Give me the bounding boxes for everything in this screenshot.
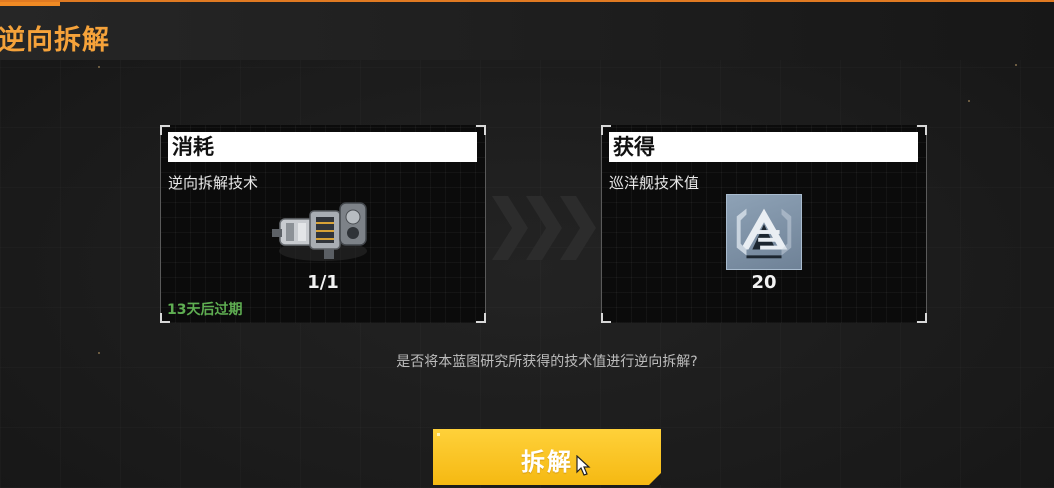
panel-edge	[485, 125, 486, 323]
disassemble-screen: 逆向拆解 消耗 逆向拆解技术 1/1 13天后过期 获得 巡洋舰技术值 20 是…	[0, 0, 1054, 488]
cruiser-tech-emblem-icon[interactable]	[726, 194, 802, 270]
button-sparkle	[437, 433, 440, 436]
background-sparkle	[968, 100, 970, 102]
gain-heading: 获得	[609, 132, 918, 162]
background-sparkle	[1015, 64, 1017, 66]
disassemble-button-label: 拆解	[521, 448, 573, 476]
disassemble-button[interactable]: 拆解	[433, 429, 661, 485]
emblem-graphic	[736, 208, 792, 259]
background-sparkle	[98, 66, 100, 68]
confirm-question: 是否将本蓝图研究所获得的技术值进行逆向拆解?	[396, 354, 698, 370]
consume-item-name: 逆向拆解技术	[168, 174, 259, 192]
button-corner-notch	[649, 473, 661, 485]
engine-module-icon[interactable]	[268, 193, 378, 269]
title-accent	[0, 2, 60, 6]
panel-edge	[926, 125, 927, 323]
page-title: 逆向拆解	[0, 25, 110, 56]
consume-amount: 1/1	[307, 272, 339, 293]
mouse-cursor-icon	[576, 455, 591, 476]
consume-heading: 消耗	[168, 132, 477, 162]
panel-corner	[917, 125, 927, 135]
panel-corner	[601, 313, 611, 323]
panel-corner	[476, 313, 486, 323]
title-bar: 逆向拆解	[0, 0, 1054, 60]
panel-corner	[917, 313, 927, 323]
panel-corner	[476, 125, 486, 135]
consume-panel: 消耗 逆向拆解技术 1/1 13天后过期	[160, 125, 486, 323]
triple-chevron-right-icon	[492, 196, 596, 260]
gain-panel: 获得 巡洋舰技术值 20	[601, 125, 927, 323]
gain-item-name: 巡洋舰技术值	[609, 174, 700, 192]
gain-amount: 20	[751, 272, 777, 293]
panel-edge	[601, 125, 602, 323]
panel-edge	[160, 125, 161, 323]
expiry-label: 13天后过期	[167, 302, 243, 318]
